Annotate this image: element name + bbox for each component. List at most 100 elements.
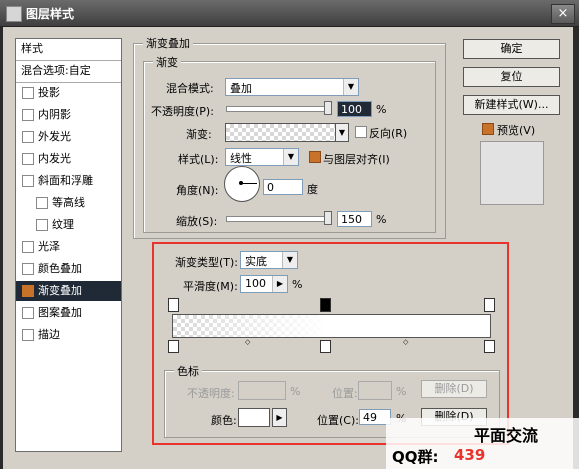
color-stop-left[interactable] [168, 340, 179, 353]
opacity-stop-right[interactable] [484, 298, 495, 312]
ok-button[interactable]: 确定 [463, 39, 560, 59]
stop-opacity-unit: % [290, 385, 301, 398]
gradient-type-select[interactable]: 实底 ▼ [240, 251, 298, 269]
chevron-right-icon: ▶ [272, 276, 287, 292]
style-item-label: 等高线 [52, 196, 85, 209]
color-stop-right[interactable] [484, 340, 495, 353]
blend-mode-label: 混合模式: [166, 82, 214, 95]
opacity-input[interactable] [337, 101, 372, 117]
angle-dial[interactable] [224, 166, 260, 202]
style-item-checkbox[interactable] [36, 219, 48, 231]
style-item-checkbox[interactable] [36, 197, 48, 209]
blend-mode-select[interactable]: 叠加 ▼ [225, 78, 359, 96]
opacity-stop-mid[interactable] [320, 298, 331, 312]
stop-location-input[interactable] [358, 381, 392, 400]
style-list: 样式 混合选项:自定 投影内阴影外发光内发光斜面和浮雕等高线纹理光泽颜色叠加渐变… [15, 38, 122, 452]
reset-button[interactable]: 复位 [463, 67, 560, 87]
style-item-9[interactable]: 渐变叠加 [16, 281, 121, 301]
color-stop-mid[interactable] [320, 340, 331, 353]
gradient-bar[interactable] [172, 314, 491, 338]
chevron-down-icon: ▼ [338, 128, 346, 137]
style-item-checkbox[interactable] [22, 329, 34, 341]
style-item-label: 纹理 [52, 218, 74, 231]
gradient-label: 渐变: [186, 128, 212, 141]
angle-unit: 度 [307, 183, 318, 196]
style-item-7[interactable]: 光泽 [16, 237, 121, 257]
style-item-checkbox[interactable] [22, 87, 34, 99]
close-button[interactable]: × [551, 4, 575, 24]
style-item-3[interactable]: 内发光 [16, 149, 121, 169]
style-item-checkbox[interactable] [22, 241, 34, 253]
opacity-stop-left[interactable] [168, 298, 179, 312]
delete-opacity-stop-button[interactable]: 删除(D) [421, 380, 487, 398]
new-style-button[interactable]: 新建样式(W)... [463, 95, 560, 115]
chevron-down-icon: ▼ [282, 252, 297, 268]
stop-location-label: 位置: [332, 387, 358, 400]
align-layer-checkbox[interactable] [309, 151, 321, 163]
opacity-slider[interactable] [226, 106, 332, 112]
style-item-6[interactable]: 纹理 [16, 215, 121, 235]
blend-options-item[interactable]: 混合选项:自定 [16, 61, 121, 81]
reverse-label: 反向(R) [369, 127, 408, 140]
style-item-5[interactable]: 等高线 [16, 193, 121, 213]
style-item-checkbox[interactable] [22, 175, 34, 187]
stop-color-swatch[interactable] [238, 408, 270, 427]
scale-label: 缩放(S): [176, 215, 218, 228]
style-item-label: 光泽 [38, 240, 60, 253]
style-item-8[interactable]: 颜色叠加 [16, 259, 121, 279]
angle-label: 角度(N): [176, 184, 219, 197]
scale-slider[interactable] [226, 216, 332, 222]
opacity-label: 不透明度(P): [151, 105, 214, 118]
gradient-overlay-title: 渐变叠加 [143, 35, 193, 51]
scale-slider-thumb[interactable] [324, 211, 332, 225]
preview-label: 预览(V) [497, 124, 536, 137]
stop-opacity-label: 不透明度: [187, 387, 235, 400]
style-list-header[interactable]: 样式 [16, 39, 121, 59]
style-item-checkbox[interactable] [22, 285, 34, 297]
scale-input[interactable] [337, 211, 372, 227]
style-item-label: 投影 [38, 86, 60, 99]
preview-checkbox[interactable] [482, 123, 494, 135]
style-label: 样式(L): [178, 153, 219, 166]
opacity-slider-thumb[interactable] [324, 101, 332, 115]
color-location-label: 位置(C): [317, 414, 359, 427]
style-item-1[interactable]: 内阴影 [16, 105, 121, 125]
reverse-checkbox[interactable] [355, 126, 367, 138]
app-icon [6, 6, 22, 22]
style-item-4[interactable]: 斜面和浮雕 [16, 171, 121, 191]
style-item-0[interactable]: 投影 [16, 83, 121, 103]
preview-swatch [480, 141, 544, 205]
smoothness-input[interactable]: 100 ▶ [240, 275, 288, 293]
style-item-checkbox[interactable] [22, 263, 34, 275]
smoothness-label: 平滑度(M): [183, 280, 238, 293]
watermark-qq-label: QQ群: [392, 448, 439, 466]
style-item-label: 图案叠加 [38, 306, 82, 319]
style-item-checkbox[interactable] [22, 109, 34, 121]
midpoint-diamond-left[interactable]: ◇ [245, 338, 250, 346]
watermark-title: 平面交流 [474, 426, 539, 445]
gradient-swatch[interactable] [225, 123, 336, 142]
style-item-checkbox[interactable] [22, 131, 34, 143]
style-item-label: 外发光 [38, 130, 71, 143]
opacity-unit: % [376, 103, 387, 116]
style-item-10[interactable]: 图案叠加 [16, 303, 121, 323]
style-item-11[interactable]: 描边 [16, 325, 121, 345]
gradient-dropdown[interactable]: ▼ [335, 123, 349, 142]
style-item-label: 斜面和浮雕 [38, 174, 93, 187]
stop-opacity-input[interactable] [238, 381, 286, 400]
style-item-2[interactable]: 外发光 [16, 127, 121, 147]
midpoint-diamond-right[interactable]: ◇ [403, 338, 408, 346]
style-item-label: 渐变叠加 [38, 284, 82, 297]
style-item-label: 内发光 [38, 152, 71, 165]
style-select[interactable]: 线性 ▼ [225, 148, 299, 166]
watermark: 平面交流 QQ群: 439 [386, 418, 579, 469]
color-picker-arrow[interactable]: ▶ [272, 408, 287, 427]
style-item-checkbox[interactable] [22, 307, 34, 319]
chevron-right-icon: ▶ [276, 413, 283, 422]
align-layer-label: 与图层对齐(I) [323, 153, 390, 166]
style-item-label: 颜色叠加 [38, 262, 82, 275]
chevron-down-icon: ▼ [283, 149, 298, 165]
smoothness-unit: % [292, 278, 303, 291]
style-item-checkbox[interactable] [22, 153, 34, 165]
angle-input[interactable] [263, 179, 303, 195]
